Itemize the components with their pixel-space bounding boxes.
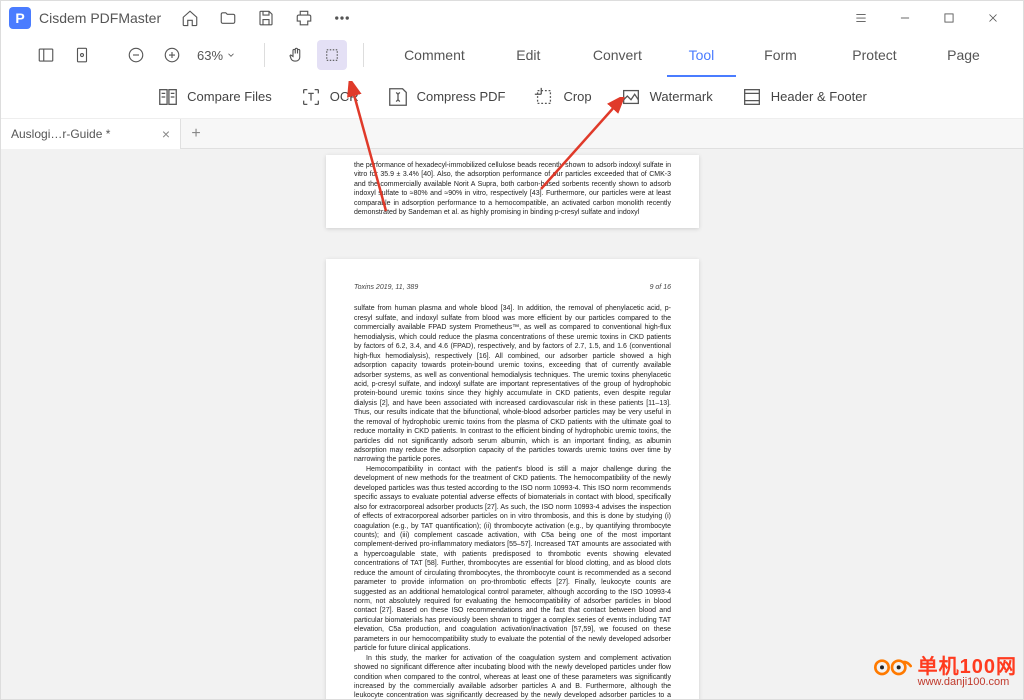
- title-bar: P Cisdem PDFMaster: [1, 1, 1023, 35]
- header-footer-button[interactable]: Header & Footer: [741, 86, 867, 108]
- zoom-value: 63%: [197, 48, 223, 63]
- new-tab-button[interactable]: +: [181, 119, 211, 149]
- watermark-text: 单机100网: [918, 656, 1017, 678]
- compress-button[interactable]: Compress PDF: [387, 86, 506, 108]
- body-paragraph-3: In this study, the marker for activation…: [354, 654, 671, 699]
- page-number: 9 of 16: [650, 283, 671, 292]
- tab-convert[interactable]: Convert: [568, 41, 667, 69]
- print-icon[interactable]: [295, 9, 313, 27]
- close-button[interactable]: [971, 1, 1015, 35]
- tab-edit[interactable]: Edit: [489, 41, 568, 69]
- page-fragment-top: the performance of hexadecyl-immobilized…: [326, 155, 699, 228]
- ocr-button[interactable]: OCR: [300, 86, 359, 108]
- watermark-button[interactable]: Watermark: [620, 86, 713, 108]
- app-title: Cisdem PDFMaster: [39, 10, 161, 26]
- compare-files-button[interactable]: Compare Files: [157, 86, 272, 108]
- minimize-button[interactable]: [883, 1, 927, 35]
- body-paragraph-1: sulfate from human plasma and whole bloo…: [354, 304, 671, 464]
- home-icon[interactable]: [181, 9, 199, 27]
- tab-tool[interactable]: Tool: [667, 41, 736, 69]
- document-tab[interactable]: Auslogi…r-Guide * ×: [1, 119, 181, 149]
- sub-toolbar: Compare Files OCR Compress PDF Crop Wate…: [1, 75, 1023, 119]
- crop-button[interactable]: Crop: [533, 86, 591, 108]
- body-paragraph-2: Hemocompatibility in contact with the pa…: [354, 465, 671, 654]
- page-9: Toxins 2019, 11, 389 9 of 16 sulfate fro…: [326, 259, 699, 699]
- ocr-label: OCR: [330, 89, 359, 104]
- app-logo-letter: P: [15, 10, 24, 26]
- crop-label: Crop: [563, 89, 591, 104]
- save-icon[interactable]: [257, 9, 275, 27]
- more-icon[interactable]: [333, 9, 351, 27]
- compare-label: Compare Files: [187, 89, 272, 104]
- zoom-in-button[interactable]: [157, 40, 187, 70]
- journal-label: Toxins 2019, 11, 389: [354, 283, 418, 292]
- zoom-level-dropdown[interactable]: 63%: [193, 46, 240, 65]
- document-viewport[interactable]: the performance of hexadecyl-immobilized…: [1, 149, 1023, 699]
- site-watermark: 单机100网 www.danji100.com: [872, 646, 1017, 691]
- open-folder-icon[interactable]: [219, 9, 237, 27]
- close-tab-icon[interactable]: ×: [162, 127, 170, 141]
- app-logo: P: [9, 7, 31, 29]
- document-tabstrip: Auslogi…r-Guide * × +: [1, 119, 1023, 149]
- watermark-label: Watermark: [650, 89, 713, 104]
- compress-label: Compress PDF: [417, 89, 506, 104]
- tab-protect[interactable]: Protect: [825, 41, 924, 69]
- watermark-url: www.danji100.com: [918, 676, 1017, 688]
- watermark-icon: [872, 646, 912, 691]
- menu-icon[interactable]: [839, 1, 883, 35]
- zoom-out-button[interactable]: [121, 40, 151, 70]
- hand-tool-icon[interactable]: [281, 40, 311, 70]
- maximize-button[interactable]: [927, 1, 971, 35]
- tab-comment[interactable]: Comment: [380, 41, 489, 69]
- sidebar-toggle-icon[interactable]: [31, 40, 61, 70]
- page-view-icon[interactable]: [67, 40, 97, 70]
- tab-page[interactable]: Page: [924, 41, 1003, 69]
- page-header: Toxins 2019, 11, 389 9 of 16: [354, 283, 671, 292]
- tab-form[interactable]: Form: [736, 41, 825, 69]
- headerfooter-label: Header & Footer: [771, 89, 867, 104]
- toolbar-divider-2: [363, 43, 364, 67]
- page-fragment-text: the performance of hexadecyl-immobilized…: [354, 161, 671, 218]
- select-tool-icon[interactable]: [317, 40, 347, 70]
- main-toolbar: 63% Comment Edit Convert Tool Form Prote…: [1, 35, 1023, 75]
- toolbar-divider: [264, 43, 265, 67]
- document-tab-label: Auslogi…r-Guide *: [11, 127, 154, 141]
